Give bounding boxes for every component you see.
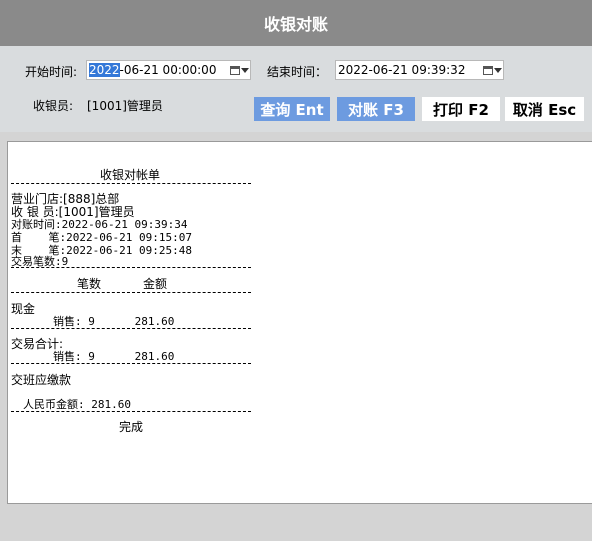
end-time-label: 结束时间： — [267, 65, 328, 79]
chevron-down-icon — [240, 67, 249, 73]
total-sales-line: 销售: 9 281.60 — [53, 350, 175, 363]
start-time-selected-text: 2022 — [89, 63, 120, 77]
cash-sales-line: 销售: 9 281.60 — [53, 315, 175, 328]
start-time-label: 开始时间: — [25, 65, 78, 79]
start-time-rest-text: -06-21 00:00:00 — [119, 63, 217, 77]
handover-section-title: 交班应缴款 — [11, 373, 72, 387]
divider — [11, 363, 251, 364]
reconcile-button[interactable]: 对账 F3 — [337, 97, 415, 121]
column-amount-header: 金额 — [143, 277, 168, 291]
divider — [11, 292, 251, 293]
rmb-amount-line: 人民币金额: 281.60 — [23, 398, 131, 411]
chevron-down-icon — [493, 67, 502, 73]
query-button[interactable]: 查询 Ent — [254, 97, 330, 121]
calendar-icon — [482, 65, 493, 75]
divider — [11, 328, 251, 329]
window-title: 收银对账 — [263, 15, 328, 34]
cash-section-title: 现金 — [11, 302, 36, 316]
column-count-header: 笔数 — [77, 277, 102, 291]
cancel-button[interactable]: 取消 Esc — [505, 97, 584, 121]
report-done-text: 完成 — [119, 420, 144, 434]
start-time-picker-button[interactable] — [228, 61, 250, 79]
filter-toolbar: 开始时间: 2022-06-21 00:00:00 结束时间： 2022-06-… — [0, 46, 592, 132]
start-time-value: 2022-06-21 00:00:00 — [87, 63, 228, 77]
print-button[interactable]: 打印 F2 — [422, 97, 500, 121]
divider — [11, 267, 251, 268]
start-time-field[interactable]: 2022-06-21 00:00:00 — [86, 60, 251, 80]
divider — [11, 411, 251, 412]
end-time-picker-button[interactable] — [481, 61, 503, 79]
end-time-field[interactable]: 2022-06-21 09:39:32 — [335, 60, 504, 80]
cashier-label: 收银员: — [33, 99, 74, 113]
reconciliation-report: 收银对帐单 营业门店:[888]总部 收 银 员:[1001]管理员 对账时间:… — [7, 141, 592, 504]
window-title-bar: 收银对账 — [0, 0, 592, 46]
cashier-value: [1001]管理员 — [87, 99, 163, 113]
divider — [11, 183, 251, 184]
report-title: 收银对帐单 — [100, 168, 161, 182]
end-time-value: 2022-06-21 09:39:32 — [338, 63, 466, 77]
calendar-icon — [229, 65, 240, 75]
